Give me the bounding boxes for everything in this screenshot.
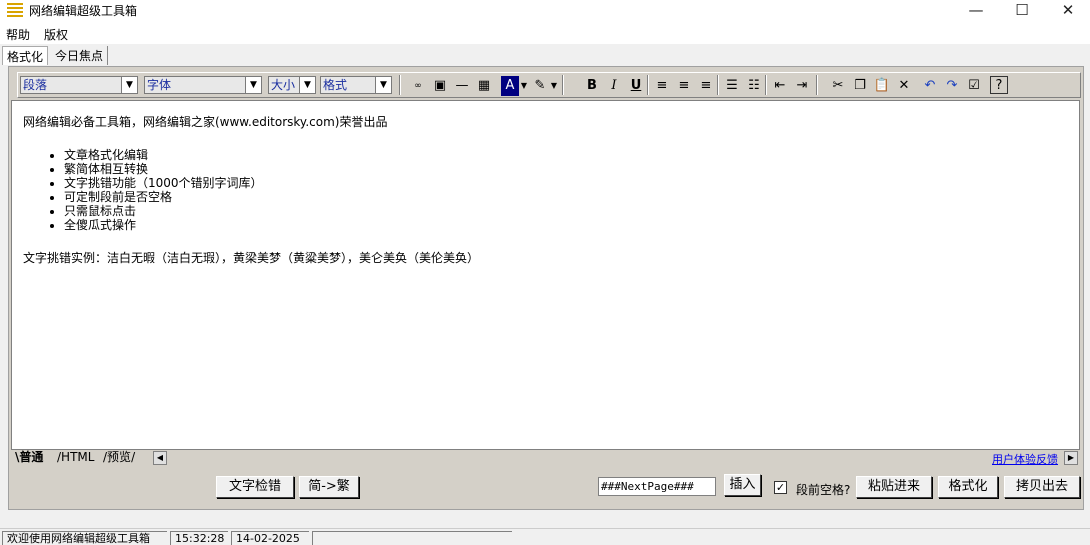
paste-in-button[interactable]: 粘贴进来 [856, 476, 932, 498]
align-left-icon[interactable]: ≡ [652, 76, 672, 96]
horizontal-rule-icon[interactable]: — [452, 76, 472, 96]
toolbar-separator [816, 75, 818, 95]
tab-normal-label: 普通 [19, 450, 44, 464]
tab-html[interactable]: /HTML [57, 450, 94, 466]
highlight-icon[interactable]: ✎ [530, 76, 550, 96]
status-date: 14-02-2025 [231, 531, 309, 545]
list-item: 可定制段前是否空格 [64, 190, 263, 204]
ordered-list-icon[interactable]: ☰ [722, 76, 742, 96]
unordered-list-icon[interactable]: ☷ [744, 76, 764, 96]
format-button[interactable]: 格式化 [938, 476, 998, 498]
list-item: 文字挑错功能（1000个错别字词库） [64, 176, 263, 190]
align-right-icon[interactable]: ≡ [696, 76, 716, 96]
chevron-down-icon: ▼ [121, 77, 137, 93]
menu-bar: 帮助 版权 [0, 24, 1090, 44]
underline-button[interactable]: U [626, 76, 646, 96]
size-select[interactable]: 大小 ▼ [268, 76, 316, 94]
nextpage-input[interactable]: ###NextPage### [598, 477, 716, 496]
properties-icon[interactable]: ☑ [964, 76, 984, 96]
scroll-right-icon[interactable]: ▶ [1064, 451, 1078, 465]
list-item: 繁简体相互转换 [64, 162, 263, 176]
font-select[interactable]: 字体 ▼ [144, 76, 262, 94]
list-item: 只需鼠标点击 [64, 204, 263, 218]
window-title: 网络编辑超级工具箱 [29, 4, 138, 18]
toolbar-separator [717, 75, 719, 95]
undo-icon[interactable]: ↶ [920, 76, 940, 96]
format-panel: 段落 ▼ 字体 ▼ 大小 ▼ 格式 ▼ ∞ ▣ — ▦ A ▼ ✎ ▼ B I U ≡ … [8, 66, 1084, 510]
menu-help[interactable]: 帮助 [6, 26, 30, 43]
convert-traditional-button[interactable]: 简->繁 [299, 476, 359, 498]
chevron-down-icon: ▼ [375, 77, 391, 93]
example-paragraph: 文字挑错实例：洁白无暇（洁白无瑕），黄梁美梦（黄粱美梦），美仑美奂（美伦美奂） [23, 251, 480, 265]
title-bar: 网络编辑超级工具箱 — ☐ ✕ [0, 0, 1090, 24]
insert-button[interactable]: 插入 [724, 474, 761, 496]
intro-paragraph: 网络编辑必备工具箱，网络编辑之家(www.editorsky.com)荣誉出品 [23, 115, 388, 129]
status-welcome: 欢迎使用网络编辑超级工具箱 [2, 531, 167, 545]
outdent-icon[interactable]: ⇤ [770, 76, 790, 96]
cut-icon[interactable]: ✂ [828, 76, 848, 96]
copy-icon[interactable]: ❐ [850, 76, 870, 96]
feedback-link[interactable]: 用户体验反馈 [992, 451, 1058, 467]
chevron-down-icon: ▼ [245, 77, 261, 93]
tab-preview-label: 预览 [107, 450, 132, 464]
tab-format[interactable]: 格式化 [2, 46, 49, 65]
paragraph-select[interactable]: 段落 ▼ [20, 76, 138, 94]
chevron-down-icon[interactable]: ▼ [520, 76, 528, 96]
tab-today-focus[interactable]: 今日焦点 [51, 46, 109, 65]
toolbar-separator [647, 75, 649, 95]
list-item: 全傻瓜式操作 [64, 218, 263, 232]
toolbar-separator [562, 75, 564, 95]
paste-icon[interactable]: 📋 [872, 76, 892, 96]
web-link-icon[interactable]: ∞ [408, 76, 428, 96]
list-item: 文章格式化编辑 [64, 148, 263, 162]
menu-copyright[interactable]: 版权 [44, 26, 68, 43]
close-button[interactable]: ✕ [1045, 0, 1090, 22]
indent-checkbox[interactable]: ✓ [774, 481, 787, 494]
font-select-value: 字体 [147, 78, 172, 92]
format-select-value: 格式 [323, 78, 348, 92]
toolbar-separator [765, 75, 767, 95]
indent-icon[interactable]: ⇥ [792, 76, 812, 96]
app-notepad-icon [7, 3, 23, 18]
chevron-down-icon[interactable]: ▼ [550, 76, 558, 96]
minimize-button[interactable]: — [953, 0, 999, 22]
insert-table-icon[interactable]: ▦ [474, 76, 494, 96]
insert-image-icon[interactable]: ▣ [430, 76, 450, 96]
copy-out-button[interactable]: 拷贝出去 [1004, 476, 1080, 498]
status-empty [312, 531, 512, 545]
spellcheck-button[interactable]: 文字检错 [216, 476, 294, 498]
feature-list: 文章格式化编辑 繁简体相互转换 文字挑错功能（1000个错别字词库） 可定制段前… [64, 148, 263, 232]
tab-normal[interactable]: \普通 [15, 450, 43, 466]
status-time: 15:32:28 [170, 531, 228, 545]
paragraph-select-value: 段落 [23, 78, 48, 92]
align-center-icon[interactable]: ≡ [674, 76, 694, 96]
view-tabs: \普通 /HTML /预览/ ◀ 用户体验反馈 ▶ [11, 450, 1080, 466]
tab-html-label: HTML [61, 450, 95, 464]
size-select-value: 大小 [271, 78, 296, 92]
main-tabs: 格式化 今日焦点 [0, 44, 1090, 66]
italic-button[interactable]: I [604, 76, 624, 96]
redo-icon[interactable]: ↷ [942, 76, 962, 96]
editor-toolbar: 段落 ▼ 字体 ▼ 大小 ▼ 格式 ▼ ∞ ▣ — ▦ A ▼ ✎ ▼ B I U ≡ … [17, 72, 1081, 98]
font-color-icon[interactable]: A [501, 76, 519, 96]
delete-icon[interactable]: ✕ [894, 76, 914, 96]
chevron-down-icon: ▼ [299, 77, 315, 93]
toolbar-separator [399, 75, 401, 95]
status-bar: 欢迎使用网络编辑超级工具箱 15:32:28 14-02-2025 [0, 528, 1090, 545]
tab-preview[interactable]: /预览/ [103, 450, 135, 466]
scroll-left-icon[interactable]: ◀ [153, 451, 167, 465]
editor-area[interactable]: 网络编辑必备工具箱，网络编辑之家(www.editorsky.com)荣誉出品 … [11, 100, 1080, 450]
help-icon[interactable]: ? [990, 76, 1008, 94]
indent-checkbox-label: 段前空格? [796, 483, 851, 497]
bold-button[interactable]: B [582, 76, 602, 96]
maximize-button[interactable]: ☐ [999, 0, 1045, 22]
format-select[interactable]: 格式 ▼ [320, 76, 392, 94]
